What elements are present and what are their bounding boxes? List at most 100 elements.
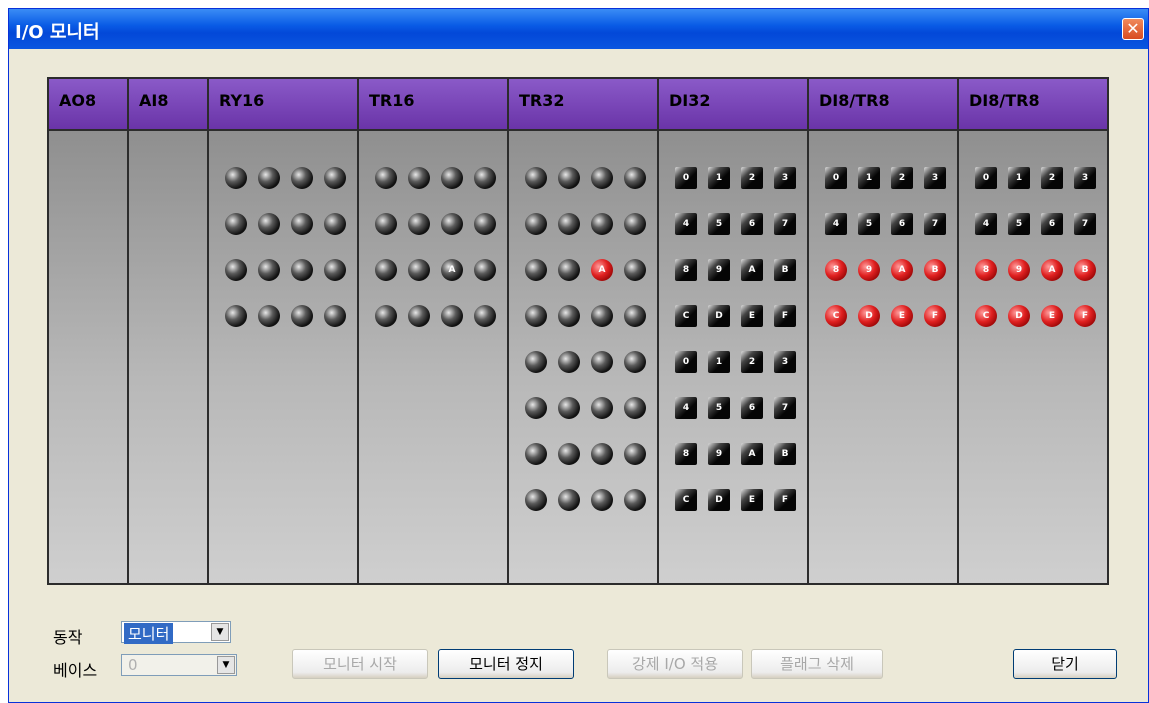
force-io-button[interactable]: 강제 I/O 적용 xyxy=(607,649,743,679)
io-led-icon[interactable]: A xyxy=(591,259,613,281)
io-led-icon[interactable] xyxy=(324,305,346,327)
io-led-icon[interactable]: A xyxy=(1041,259,1063,281)
io-led-icon[interactable] xyxy=(408,167,430,189)
io-led-icon[interactable]: A xyxy=(741,443,763,465)
io-led-icon[interactable]: 5 xyxy=(708,213,730,235)
io-led-icon[interactable] xyxy=(258,167,280,189)
io-led-icon[interactable]: 2 xyxy=(891,167,913,189)
io-led-icon[interactable]: 2 xyxy=(1041,167,1063,189)
io-led-icon[interactable] xyxy=(441,305,463,327)
io-led-icon[interactable] xyxy=(474,213,496,235)
io-led-icon[interactable] xyxy=(624,305,646,327)
io-led-icon[interactable] xyxy=(408,213,430,235)
io-led-icon[interactable]: 5 xyxy=(1008,213,1030,235)
io-led-icon[interactable]: D xyxy=(708,489,730,511)
io-led-icon[interactable]: 7 xyxy=(924,213,946,235)
io-led-icon[interactable] xyxy=(624,489,646,511)
io-led-icon[interactable] xyxy=(375,213,397,235)
io-led-icon[interactable]: D xyxy=(858,305,880,327)
io-led-icon[interactable] xyxy=(558,351,580,373)
io-led-icon[interactable]: A xyxy=(441,259,463,281)
io-led-icon[interactable] xyxy=(558,397,580,419)
io-led-icon[interactable] xyxy=(525,305,547,327)
io-led-icon[interactable] xyxy=(624,443,646,465)
io-led-icon[interactable]: F xyxy=(924,305,946,327)
io-led-icon[interactable] xyxy=(525,213,547,235)
flag-delete-button[interactable]: 플래그 삭제 xyxy=(751,649,883,679)
io-led-icon[interactable]: A xyxy=(741,259,763,281)
io-led-icon[interactable]: 7 xyxy=(774,213,796,235)
io-led-icon[interactable]: 4 xyxy=(825,213,847,235)
io-led-icon[interactable]: 1 xyxy=(708,351,730,373)
mode-select[interactable]: 모니터 ▼ xyxy=(121,621,231,644)
io-led-icon[interactable] xyxy=(291,167,313,189)
io-led-icon[interactable] xyxy=(408,305,430,327)
io-led-icon[interactable]: 6 xyxy=(1041,213,1063,235)
io-led-icon[interactable]: 9 xyxy=(708,259,730,281)
io-led-icon[interactable] xyxy=(258,305,280,327)
chevron-down-icon[interactable]: ▼ xyxy=(217,656,235,674)
io-led-icon[interactable] xyxy=(291,259,313,281)
io-led-icon[interactable] xyxy=(591,443,613,465)
io-led-icon[interactable] xyxy=(324,259,346,281)
io-led-icon[interactable]: 0 xyxy=(825,167,847,189)
io-led-icon[interactable]: 0 xyxy=(675,167,697,189)
io-led-icon[interactable] xyxy=(525,351,547,373)
title-bar[interactable]: I/O 모니터 ✕ xyxy=(9,9,1148,49)
io-led-icon[interactable]: B xyxy=(774,443,796,465)
io-led-icon[interactable] xyxy=(225,167,247,189)
io-led-icon[interactable] xyxy=(624,397,646,419)
io-led-icon[interactable] xyxy=(408,259,430,281)
io-led-icon[interactable] xyxy=(474,167,496,189)
io-led-icon[interactable] xyxy=(624,167,646,189)
io-led-icon[interactable] xyxy=(375,259,397,281)
io-led-icon[interactable]: D xyxy=(1008,305,1030,327)
io-led-icon[interactable]: 0 xyxy=(675,351,697,373)
base-select[interactable]: 0 ▼ xyxy=(121,654,237,676)
io-led-icon[interactable]: 9 xyxy=(708,443,730,465)
io-led-icon[interactable]: E xyxy=(1041,305,1063,327)
io-led-icon[interactable] xyxy=(624,259,646,281)
chevron-down-icon[interactable]: ▼ xyxy=(211,623,229,641)
io-led-icon[interactable] xyxy=(591,213,613,235)
io-led-icon[interactable]: 8 xyxy=(675,259,697,281)
io-led-icon[interactable] xyxy=(324,167,346,189)
io-led-icon[interactable] xyxy=(324,213,346,235)
io-led-icon[interactable] xyxy=(525,443,547,465)
io-led-icon[interactable]: 6 xyxy=(891,213,913,235)
io-led-icon[interactable] xyxy=(474,259,496,281)
io-led-icon[interactable] xyxy=(591,489,613,511)
io-led-icon[interactable] xyxy=(441,167,463,189)
io-led-icon[interactable] xyxy=(558,213,580,235)
io-led-icon[interactable]: B xyxy=(1074,259,1096,281)
io-led-icon[interactable]: 6 xyxy=(741,397,763,419)
io-led-icon[interactable]: F xyxy=(774,489,796,511)
io-led-icon[interactable]: 1 xyxy=(1008,167,1030,189)
io-led-icon[interactable]: 9 xyxy=(858,259,880,281)
io-led-icon[interactable] xyxy=(291,305,313,327)
io-led-icon[interactable] xyxy=(258,259,280,281)
io-led-icon[interactable] xyxy=(225,259,247,281)
io-led-icon[interactable]: C xyxy=(825,305,847,327)
io-led-icon[interactable] xyxy=(441,213,463,235)
io-led-icon[interactable] xyxy=(624,213,646,235)
monitor-stop-button[interactable]: 모니터 정지 xyxy=(438,649,574,679)
io-led-icon[interactable]: B xyxy=(774,259,796,281)
io-led-icon[interactable]: C xyxy=(675,489,697,511)
io-led-icon[interactable] xyxy=(474,305,496,327)
io-led-icon[interactable] xyxy=(525,259,547,281)
io-led-icon[interactable]: C xyxy=(675,305,697,327)
io-led-icon[interactable]: 0 xyxy=(975,167,997,189)
io-led-icon[interactable] xyxy=(558,259,580,281)
io-led-icon[interactable]: 4 xyxy=(675,213,697,235)
io-led-icon[interactable]: 8 xyxy=(675,443,697,465)
close-button[interactable]: 닫기 xyxy=(1013,649,1117,679)
io-led-icon[interactable]: 6 xyxy=(741,213,763,235)
io-led-icon[interactable]: 2 xyxy=(741,351,763,373)
io-led-icon[interactable]: 8 xyxy=(975,259,997,281)
io-led-icon[interactable]: F xyxy=(774,305,796,327)
io-led-icon[interactable] xyxy=(225,213,247,235)
io-led-icon[interactable]: 3 xyxy=(1074,167,1096,189)
io-led-icon[interactable] xyxy=(525,489,547,511)
io-led-icon[interactable] xyxy=(258,213,280,235)
